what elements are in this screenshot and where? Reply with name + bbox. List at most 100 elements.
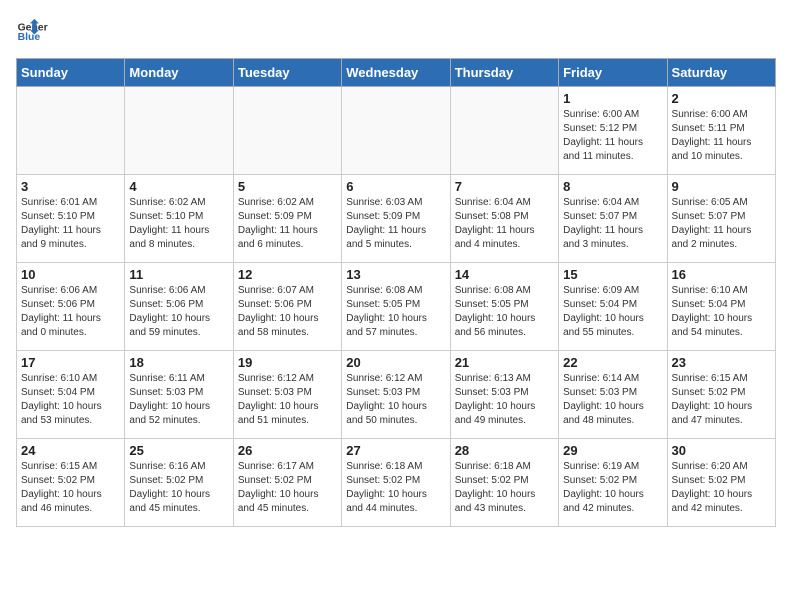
day-number: 9 [672, 179, 771, 194]
day-number: 21 [455, 355, 554, 370]
day-cell-5: 5 Sunrise: 6:02 AMSunset: 5:09 PMDaylight… [233, 175, 341, 263]
day-info: Sunrise: 6:03 AMSunset: 5:09 PMDaylight:… [346, 196, 445, 252]
empty-cell [342, 87, 450, 175]
day-number: 16 [672, 267, 771, 282]
weekday-header-sunday: Sunday [17, 59, 125, 87]
day-info: Sunrise: 6:14 AMSunset: 5:03 PMDaylight:… [563, 372, 662, 428]
day-cell-20: 20 Sunrise: 6:12 AMSunset: 5:03 PMDayligh… [342, 351, 450, 439]
empty-cell [125, 87, 233, 175]
day-cell-30: 30 Sunrise: 6:20 AMSunset: 5:02 PMDayligh… [667, 439, 775, 527]
weekday-header-wednesday: Wednesday [342, 59, 450, 87]
calendar-table: SundayMondayTuesdayWednesdayThursdayFrid… [16, 58, 776, 527]
day-number: 20 [346, 355, 445, 370]
day-info: Sunrise: 6:08 AMSunset: 5:05 PMDaylight:… [455, 284, 554, 340]
day-number: 26 [238, 443, 337, 458]
day-info: Sunrise: 6:02 AMSunset: 5:10 PMDaylight:… [129, 196, 228, 252]
day-number: 28 [455, 443, 554, 458]
day-cell-19: 19 Sunrise: 6:12 AMSunset: 5:03 PMDayligh… [233, 351, 341, 439]
day-cell-10: 10Sunrise: 6:06 AMSunset: 5:06 PMDayligh… [17, 263, 125, 351]
day-number: 4 [129, 179, 228, 194]
day-cell-8: 8 Sunrise: 6:04 AMSunset: 5:07 PMDaylight… [559, 175, 667, 263]
day-cell-14: 14 Sunrise: 6:08 AMSunset: 5:05 PMDayligh… [450, 263, 558, 351]
day-cell-18: 18 Sunrise: 6:11 AMSunset: 5:03 PMDayligh… [125, 351, 233, 439]
day-cell-11: 11 Sunrise: 6:06 AMSunset: 5:06 PMDayligh… [125, 263, 233, 351]
day-info: Sunrise: 6:18 AMSunset: 5:02 PMDaylight:… [346, 460, 445, 516]
day-cell-2: 2Sunrise: 6:00 AMSunset: 5:11 PMDaylight… [667, 87, 775, 175]
day-number: 23 [672, 355, 771, 370]
empty-cell [233, 87, 341, 175]
day-cell-1: 1Sunrise: 6:00 AMSunset: 5:12 PMDaylight… [559, 87, 667, 175]
day-number: 24 [21, 443, 120, 458]
week-row-3: 10Sunrise: 6:06 AMSunset: 5:06 PMDayligh… [17, 263, 776, 351]
weekday-header-monday: Monday [125, 59, 233, 87]
day-info: Sunrise: 6:02 AMSunset: 5:09 PMDaylight:… [238, 196, 337, 252]
day-info: Sunrise: 6:15 AMSunset: 5:02 PMDaylight:… [672, 372, 771, 428]
week-row-1: 1Sunrise: 6:00 AMSunset: 5:12 PMDaylight… [17, 87, 776, 175]
day-info: Sunrise: 6:06 AMSunset: 5:06 PMDaylight:… [129, 284, 228, 340]
day-cell-12: 12 Sunrise: 6:07 AMSunset: 5:06 PMDayligh… [233, 263, 341, 351]
day-info: Sunrise: 6:19 AMSunset: 5:02 PMDaylight:… [563, 460, 662, 516]
day-info: Sunrise: 6:11 AMSunset: 5:03 PMDaylight:… [129, 372, 228, 428]
day-cell-27: 27 Sunrise: 6:18 AMSunset: 5:02 PMDayligh… [342, 439, 450, 527]
day-cell-24: 24 Sunrise: 6:15 AMSunset: 5:02 PMDayligh… [17, 439, 125, 527]
day-number: 30 [672, 443, 771, 458]
weekday-header-row: SundayMondayTuesdayWednesdayThursdayFrid… [17, 59, 776, 87]
day-info: Sunrise: 6:20 AMSunset: 5:02 PMDaylight:… [672, 460, 771, 516]
day-number: 15 [563, 267, 662, 282]
day-number: 25 [129, 443, 228, 458]
day-info: Sunrise: 6:06 AMSunset: 5:06 PMDaylight:… [21, 284, 120, 340]
day-number: 22 [563, 355, 662, 370]
day-info: Sunrise: 6:04 AMSunset: 5:07 PMDaylight:… [563, 196, 662, 252]
weekday-header-saturday: Saturday [667, 59, 775, 87]
day-cell-9: 9 Sunrise: 6:05 AMSunset: 5:07 PMDaylight… [667, 175, 775, 263]
day-cell-28: 28 Sunrise: 6:18 AMSunset: 5:02 PMDayligh… [450, 439, 558, 527]
day-number: 3 [21, 179, 120, 194]
day-cell-7: 7 Sunrise: 6:04 AMSunset: 5:08 PMDaylight… [450, 175, 558, 263]
day-info: Sunrise: 6:04 AMSunset: 5:08 PMDaylight:… [455, 196, 554, 252]
day-number: 11 [129, 267, 228, 282]
page-header: General Blue [16, 16, 776, 48]
day-info: Sunrise: 6:00 AMSunset: 5:11 PMDaylight:… [672, 108, 771, 164]
empty-cell [450, 87, 558, 175]
day-number: 27 [346, 443, 445, 458]
day-number: 12 [238, 267, 337, 282]
day-cell-26: 26 Sunrise: 6:17 AMSunset: 5:02 PMDayligh… [233, 439, 341, 527]
day-cell-13: 13 Sunrise: 6:08 AMSunset: 5:05 PMDayligh… [342, 263, 450, 351]
day-info: Sunrise: 6:08 AMSunset: 5:05 PMDaylight:… [346, 284, 445, 340]
day-info: Sunrise: 6:07 AMSunset: 5:06 PMDaylight:… [238, 284, 337, 340]
day-number: 29 [563, 443, 662, 458]
day-info: Sunrise: 6:18 AMSunset: 5:02 PMDaylight:… [455, 460, 554, 516]
week-row-4: 17 Sunrise: 6:10 AMSunset: 5:04 PMDayligh… [17, 351, 776, 439]
day-info: Sunrise: 6:09 AMSunset: 5:04 PMDaylight:… [563, 284, 662, 340]
day-info: Sunrise: 6:10 AMSunset: 5:04 PMDaylight:… [672, 284, 771, 340]
week-row-2: 3 Sunrise: 6:01 AMSunset: 5:10 PMDaylight… [17, 175, 776, 263]
day-info: Sunrise: 6:17 AMSunset: 5:02 PMDaylight:… [238, 460, 337, 516]
day-number: 13 [346, 267, 445, 282]
day-info: Sunrise: 6:10 AMSunset: 5:04 PMDaylight:… [21, 372, 120, 428]
day-number: 17 [21, 355, 120, 370]
day-cell-25: 25Sunrise: 6:16 AMSunset: 5:02 PMDayligh… [125, 439, 233, 527]
day-cell-29: 29 Sunrise: 6:19 AMSunset: 5:02 PMDayligh… [559, 439, 667, 527]
day-cell-22: 22 Sunrise: 6:14 AMSunset: 5:03 PMDayligh… [559, 351, 667, 439]
day-cell-15: 15 Sunrise: 6:09 AMSunset: 5:04 PMDayligh… [559, 263, 667, 351]
day-cell-6: 6Sunrise: 6:03 AMSunset: 5:09 PMDaylight… [342, 175, 450, 263]
day-number: 14 [455, 267, 554, 282]
day-info: Sunrise: 6:01 AMSunset: 5:10 PMDaylight:… [21, 196, 120, 252]
day-cell-21: 21Sunrise: 6:13 AMSunset: 5:03 PMDayligh… [450, 351, 558, 439]
weekday-header-tuesday: Tuesday [233, 59, 341, 87]
day-number: 7 [455, 179, 554, 194]
weekday-header-thursday: Thursday [450, 59, 558, 87]
day-info: Sunrise: 6:00 AMSunset: 5:12 PMDaylight:… [563, 108, 662, 164]
logo: General Blue [16, 16, 48, 48]
day-info: Sunrise: 6:15 AMSunset: 5:02 PMDaylight:… [21, 460, 120, 516]
day-info: Sunrise: 6:05 AMSunset: 5:07 PMDaylight:… [672, 196, 771, 252]
day-number: 18 [129, 355, 228, 370]
day-number: 19 [238, 355, 337, 370]
day-number: 5 [238, 179, 337, 194]
day-cell-23: 23 Sunrise: 6:15 AMSunset: 5:02 PMDayligh… [667, 351, 775, 439]
day-number: 8 [563, 179, 662, 194]
day-cell-3: 3 Sunrise: 6:01 AMSunset: 5:10 PMDaylight… [17, 175, 125, 263]
day-info: Sunrise: 6:12 AMSunset: 5:03 PMDaylight:… [346, 372, 445, 428]
day-info: Sunrise: 6:12 AMSunset: 5:03 PMDaylight:… [238, 372, 337, 428]
logo-icon: General Blue [16, 16, 48, 48]
